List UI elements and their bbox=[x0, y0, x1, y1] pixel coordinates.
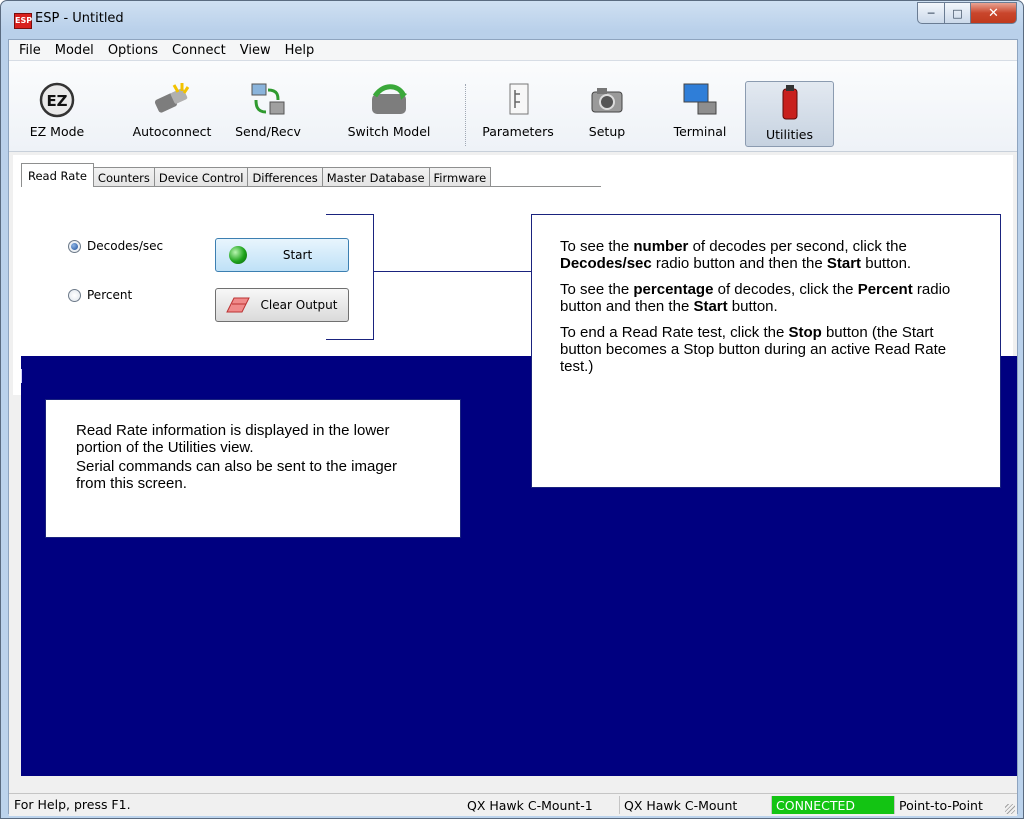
status-bar: For Help, press F1. QX Hawk C-Mount-1 QX… bbox=[9, 793, 1017, 816]
app-window: ESP ESP - Untitled ─ □ ✕ File Model Opti… bbox=[0, 0, 1024, 819]
menu-view[interactable]: View bbox=[233, 43, 278, 58]
maximize-button[interactable]: □ bbox=[945, 2, 971, 24]
autoconnect-button[interactable]: Autoconnect bbox=[127, 79, 217, 149]
send-recv-button[interactable]: Send/Recv bbox=[223, 79, 313, 149]
read-rate-instructions-callout: To see the number of decodes per second,… bbox=[531, 214, 1001, 488]
camera-icon bbox=[591, 88, 623, 113]
utilities-label: Utilities bbox=[765, 127, 814, 142]
window-controls: ─ □ ✕ bbox=[917, 2, 1017, 24]
tab-counters[interactable]: Counters bbox=[92, 167, 155, 187]
send-recv-label: Send/Recv bbox=[235, 124, 301, 139]
send-recv-icon bbox=[251, 83, 285, 115]
status-connected-badge: CONNECTED bbox=[771, 796, 894, 814]
menu-bar: File Model Options Connect View Help bbox=[9, 40, 1017, 61]
terminal-button[interactable]: Terminal bbox=[665, 79, 735, 149]
callout-para-number: To see the number of decodes per second,… bbox=[560, 238, 912, 272]
menu-options[interactable]: Options bbox=[101, 43, 165, 58]
menu-help[interactable]: Help bbox=[278, 43, 322, 58]
terminal-label: Terminal bbox=[673, 124, 727, 139]
setup-label: Setup bbox=[588, 124, 626, 139]
decodes-radio[interactable]: Decodes/sec bbox=[68, 239, 163, 253]
autoconnect-icon bbox=[154, 83, 190, 113]
tab-master-database[interactable]: Master Database bbox=[321, 167, 430, 187]
resize-grip-icon[interactable] bbox=[1005, 804, 1015, 814]
tab-differences[interactable]: Differences bbox=[247, 167, 323, 187]
close-button[interactable]: ✕ bbox=[971, 2, 1017, 24]
read-rate-panel: Decodes/sec Percent Start Clear Output bbox=[21, 186, 601, 377]
tab-read-rate[interactable]: Read Rate bbox=[21, 163, 94, 187]
eraser-icon bbox=[226, 297, 250, 313]
close-icon: ✕ bbox=[988, 5, 999, 21]
callout-bracket bbox=[326, 214, 374, 340]
callout-para-stop: To end a Read Rate test, click the Stop … bbox=[560, 324, 947, 375]
status-model: QX Hawk C-Mount bbox=[619, 796, 771, 814]
output-callout-para-2: Serial commands can also be sent to the … bbox=[76, 458, 397, 492]
tab-strip: Read Rate Counters Device Control Differ… bbox=[21, 163, 492, 187]
switch-model-button[interactable]: Switch Model bbox=[339, 79, 439, 149]
svg-text:EZ: EZ bbox=[46, 92, 67, 110]
window-title: ESP - Untitled bbox=[35, 11, 124, 26]
parameters-button[interactable]: Parameters bbox=[475, 79, 561, 149]
minimize-button[interactable]: ─ bbox=[917, 2, 945, 24]
terminal-icon bbox=[683, 83, 717, 115]
decodes-radio-indicator bbox=[68, 239, 81, 253]
tab-device-control[interactable]: Device Control bbox=[153, 167, 249, 187]
text-caret bbox=[21, 369, 22, 383]
output-area-callout: Read Rate information is displayed in th… bbox=[45, 399, 461, 538]
utilities-button[interactable]: Utilities bbox=[745, 81, 834, 147]
decodes-radio-label: Decodes/sec bbox=[87, 239, 164, 253]
green-led-icon bbox=[229, 246, 247, 264]
setup-button[interactable]: Setup bbox=[579, 79, 635, 149]
esp-app-icon: ESP bbox=[14, 13, 32, 29]
percent-radio-indicator bbox=[68, 288, 81, 302]
switch-model-label: Switch Model bbox=[347, 124, 431, 139]
percent-radio-label: Percent bbox=[87, 288, 133, 302]
toolbar: EZ EZ Mode Autoconnect Send/Recv Switch … bbox=[9, 61, 1017, 152]
callout-connector-line bbox=[373, 271, 533, 272]
menu-file[interactable]: File bbox=[9, 43, 48, 58]
percent-radio[interactable]: Percent bbox=[68, 288, 132, 302]
menu-model[interactable]: Model bbox=[48, 43, 101, 58]
utilities-icon bbox=[782, 85, 797, 120]
minimize-icon: ─ bbox=[927, 6, 935, 20]
callout-para-percentage: To see the percentage of decodes, click … bbox=[560, 281, 951, 315]
parameters-icon bbox=[509, 83, 529, 115]
status-mode: Point-to-Point bbox=[894, 796, 1015, 814]
maximize-icon: □ bbox=[952, 6, 963, 20]
switch-model-icon bbox=[372, 84, 407, 114]
autoconnect-label: Autoconnect bbox=[132, 124, 212, 139]
parameters-label: Parameters bbox=[482, 124, 554, 139]
output-callout-para-1: Read Rate information is displayed in th… bbox=[76, 422, 390, 456]
tab-firmware[interactable]: Firmware bbox=[428, 167, 492, 187]
menu-connect[interactable]: Connect bbox=[165, 43, 233, 58]
title-bar[interactable]: ESP ESP - Untitled ─ □ ✕ bbox=[1, 1, 1023, 41]
ez-mode-label: EZ Mode bbox=[29, 124, 85, 139]
toolbar-separator bbox=[465, 84, 468, 146]
status-device-name: QX Hawk C-Mount-1 bbox=[467, 797, 593, 813]
ez-mode-button[interactable]: EZ EZ Mode bbox=[25, 79, 89, 149]
ez-mode-icon: EZ bbox=[39, 82, 75, 118]
status-help-text: For Help, press F1. bbox=[14, 797, 131, 812]
